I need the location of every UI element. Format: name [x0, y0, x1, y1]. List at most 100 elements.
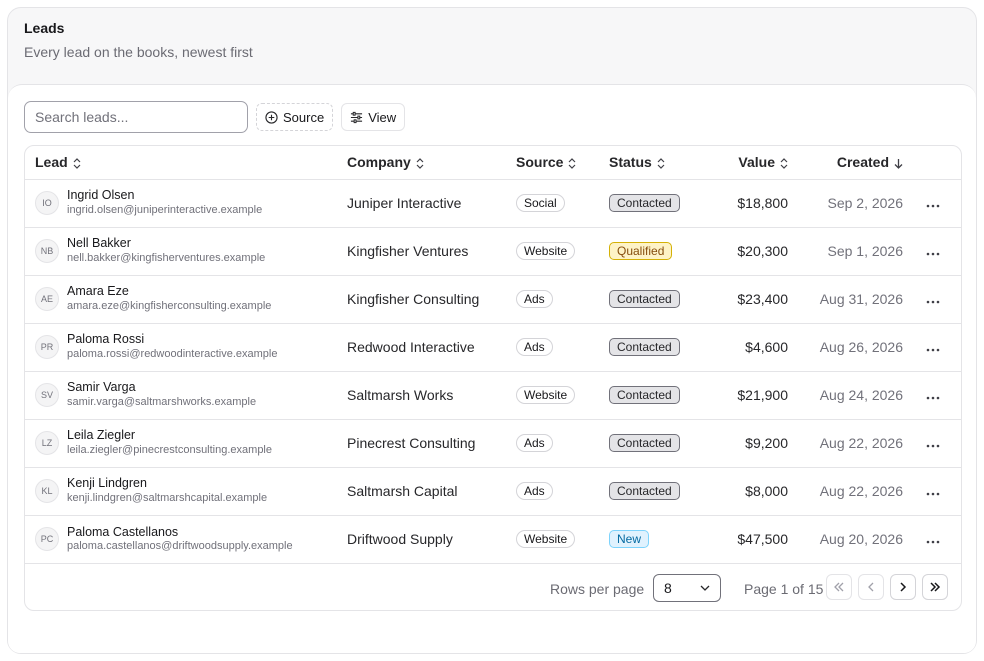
lead-cell: KL Kenji Lindgren kenji.lindgren@saltmarsh… — [25, 467, 337, 516]
leads-table: Lead Company Source Status Value Created… — [24, 145, 962, 611]
value-cell: $21,900 — [699, 371, 788, 420]
next-page-button[interactable] — [890, 574, 916, 600]
column-header-created[interactable]: Created — [788, 146, 903, 180]
table-row[interactable]: KL Kenji Lindgren kenji.lindgren@saltmarsh… — [25, 467, 961, 516]
view-options-button[interactable]: View — [341, 103, 406, 131]
actions-cell — [903, 275, 961, 324]
column-header-lead[interactable]: Lead — [25, 146, 337, 180]
rows-per-page-value: 8 — [664, 580, 672, 596]
more-horizontal-icon[interactable] — [926, 195, 940, 212]
source-badge: Ads — [516, 338, 553, 356]
lead-cell: NB Nell Bakker nell.bakker@kingfisherventu… — [25, 227, 337, 276]
company-cell: Driftwood Supply — [347, 531, 453, 548]
source-cell: Website — [506, 515, 599, 563]
company-cell: Redwood Interactive — [337, 323, 506, 372]
status-cell: Contacted — [599, 323, 699, 372]
chevron-left-icon — [868, 582, 874, 592]
rows-per-page-select[interactable]: 8 — [653, 574, 721, 602]
table-row[interactable]: PR Paloma Rossi paloma.rossi@redwoodintera… — [25, 323, 961, 372]
source-filter-label: Source — [283, 109, 325, 125]
chevron-down-icon — [700, 585, 710, 591]
page-title: Leads — [24, 20, 65, 36]
table-row[interactable]: NB Nell Bakker nell.bakker@kingfisherventu… — [25, 227, 961, 276]
avatar: LZ — [35, 431, 59, 455]
search-input[interactable] — [24, 101, 248, 133]
lead-cell: AE Amara Eze amara.eze@kingfisherconsultin… — [25, 275, 337, 324]
column-header-value[interactable]: Value — [699, 146, 788, 180]
chevrons-up-down-icon — [657, 158, 665, 169]
pagination: Rows per page 8 Page 1 of 15 — [24, 563, 962, 611]
actions-cell — [903, 515, 961, 563]
more-horizontal-icon[interactable] — [926, 387, 940, 404]
actions-cell — [903, 467, 961, 516]
view-options-label: View — [368, 109, 397, 125]
lead-email: samir.varga@saltmarshworks.example — [67, 395, 257, 408]
first-page-button[interactable] — [826, 574, 852, 600]
created-cell: Aug 20, 2026 — [819, 531, 903, 548]
leads-panel: Source View Lead Company Source Status — [8, 84, 976, 653]
last-page-button[interactable] — [922, 574, 948, 600]
more-horizontal-icon[interactable] — [926, 243, 940, 260]
source-cell: Ads — [506, 275, 599, 324]
status-cell: Contacted — [599, 419, 699, 468]
chevrons-up-down-icon — [569, 158, 576, 169]
status-badge: Contacted — [609, 482, 680, 500]
status-badge: Contacted — [609, 338, 680, 356]
created-cell: Sep 2, 2026 — [788, 179, 903, 228]
lead-cell: PR Paloma Rossi paloma.rossi@redwoodintera… — [25, 323, 337, 372]
column-header-company[interactable]: Company — [337, 146, 506, 180]
value-cell: $23,400 — [699, 275, 788, 324]
company-cell: Kingfisher Ventures — [337, 227, 506, 276]
table-row[interactable]: AE Amara Eze amara.eze@kingfisherconsultin… — [25, 275, 961, 324]
chevrons-right-icon — [930, 582, 941, 592]
more-horizontal-icon[interactable] — [926, 291, 940, 308]
source-cell: Ads — [506, 323, 599, 372]
sliders-icon — [351, 111, 363, 123]
lead-name: Leila Ziegler — [67, 428, 136, 443]
more-horizontal-icon[interactable] — [926, 531, 940, 548]
avatar: AE — [35, 287, 59, 311]
avatar: NB — [35, 239, 59, 263]
status-cell: Contacted — [599, 275, 699, 324]
value-cell: $8,000 — [699, 467, 788, 516]
actions-cell — [903, 419, 961, 468]
lead-email: amara.eze@kingfisherconsulting.example — [67, 299, 272, 312]
status-badge: New — [609, 530, 650, 549]
lead-cell: PC Paloma Castellanos paloma.castellanos@d… — [25, 515, 337, 563]
rows-per-page-label: Rows per page — [550, 581, 645, 597]
lead-cell: SV Samir Varga samir.varga@saltmarshworks.… — [25, 371, 337, 420]
more-horizontal-icon[interactable] — [926, 435, 940, 452]
lead-cell: LZ Leila Ziegler leila.ziegler@pinecrestco… — [25, 419, 337, 468]
previous-page-button[interactable] — [858, 574, 884, 600]
table-row[interactable]: IO Ingrid Olsen ingrid.olsen@juniperintera… — [25, 179, 961, 228]
status-cell: Contacted — [599, 371, 699, 420]
actions-cell — [903, 179, 961, 228]
source-badge: Ads — [516, 290, 553, 308]
more-horizontal-icon[interactable] — [926, 339, 940, 356]
table-row[interactable]: LZ Leila Ziegler leila.ziegler@pinecrestco… — [25, 419, 961, 468]
company-cell: Saltmarsh Works — [337, 371, 506, 420]
source-badge: Ads — [516, 482, 553, 500]
avatar: SV — [35, 383, 59, 407]
company-cell: Kingfisher Consulting — [337, 275, 506, 324]
source-cell: Social — [506, 179, 599, 228]
chevrons-up-down-icon — [73, 158, 81, 169]
source-badge: Website — [516, 530, 576, 549]
column-header-status[interactable]: Status — [599, 146, 699, 180]
plus-circle-icon — [265, 110, 278, 124]
page-info: Page 1 of 15 — [744, 581, 824, 597]
source-filter-button[interactable]: Source — [256, 103, 334, 131]
lead-name: Nell Bakker — [67, 236, 131, 251]
lead-email: leila.ziegler@pinecrestconsulting.exampl… — [67, 443, 272, 456]
created-cell: Aug 31, 2026 — [788, 275, 903, 324]
created-cell: Aug 24, 2026 — [788, 371, 903, 420]
lead-name: Amara Eze — [67, 284, 129, 299]
column-header-source[interactable]: Source — [506, 146, 599, 180]
table-row[interactable]: SV Samir Varga samir.varga@saltmarshworks.… — [25, 371, 961, 420]
source-badge: Website — [516, 242, 576, 260]
table-row[interactable]: PC Paloma Castellanos paloma.castellanos@d… — [25, 515, 961, 563]
toolbar: Source View — [24, 101, 406, 133]
more-horizontal-icon[interactable] — [926, 483, 940, 500]
company-cell: Pinecrest Consulting — [337, 419, 506, 468]
value-cell: $9,200 — [699, 419, 788, 468]
